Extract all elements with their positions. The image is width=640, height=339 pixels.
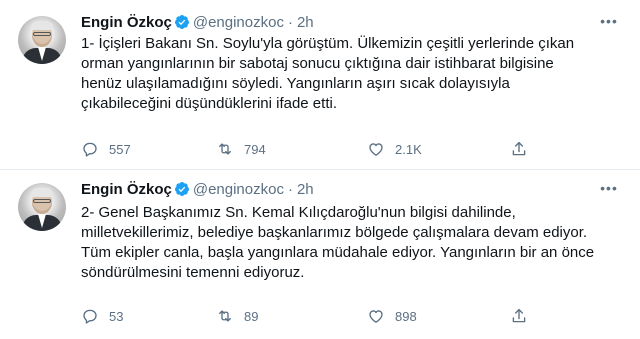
avatar-hair	[31, 21, 53, 30]
tweet-time[interactable]: 2h	[297, 14, 314, 31]
share-button[interactable]	[510, 306, 538, 326]
separator-dot: ·	[287, 13, 293, 31]
reply-count: 53	[109, 308, 124, 324]
reply-count: 557	[109, 141, 131, 157]
tweet-header: Engin Özkoç @enginozkoc · 2h	[81, 12, 314, 32]
like-button[interactable]: 898	[367, 306, 417, 326]
avatar-glasses	[33, 32, 51, 36]
avatar[interactable]	[18, 16, 66, 64]
reply-button[interactable]: 557	[81, 139, 131, 159]
tweet-actions: 53 89 898	[81, 306, 640, 326]
author-name[interactable]: Engin Özkoç	[81, 181, 172, 198]
like-icon	[369, 143, 383, 156]
reply-button[interactable]: 53	[81, 306, 123, 326]
separator-dot: ·	[287, 180, 293, 198]
tweet-header: Engin Özkoç @enginozkoc · 2h	[81, 179, 314, 199]
retweet-count: 89	[244, 308, 259, 324]
tweet[interactable]: Engin Özkoç @enginozkoc · 2h ••• 1- İçiş…	[0, 0, 640, 170]
like-count: 898	[395, 308, 417, 324]
avatar[interactable]	[18, 183, 66, 231]
verified-badge-icon	[174, 15, 189, 29]
retweet-count: 794	[244, 141, 266, 157]
verified-badge-icon	[174, 182, 189, 196]
reply-icon	[83, 309, 97, 324]
author-handle[interactable]: @enginozkoc	[193, 14, 284, 31]
author-name[interactable]: Engin Özkoç	[81, 14, 172, 31]
tweet-time[interactable]: 2h	[297, 181, 314, 198]
tweet-text: 1- İçişleri Bakanı Sn. Soylu'yla görüştü…	[81, 35, 575, 112]
like-icon	[369, 310, 383, 323]
like-count: 2.1K	[395, 141, 422, 157]
retweet-icon	[219, 143, 231, 155]
share-button[interactable]	[510, 139, 538, 159]
share-icon	[512, 308, 526, 323]
avatar-glasses	[33, 199, 51, 203]
more-options-icon[interactable]: •••	[600, 14, 618, 34]
avatar-hair	[31, 188, 53, 197]
share-icon	[512, 141, 526, 156]
author-handle[interactable]: @enginozkoc	[193, 181, 284, 198]
retweet-icon	[219, 310, 231, 322]
tweet-actions: 557 794 2.1K	[81, 139, 640, 159]
tweet-text: 2- Genel Başkanımız Sn. Kemal Kılıçdaroğ…	[81, 204, 595, 281]
retweet-button[interactable]: 89	[216, 306, 258, 326]
reply-icon	[83, 142, 97, 157]
tweet[interactable]: Engin Özkoç @enginozkoc · 2h ••• 2- Gene…	[0, 170, 640, 339]
more-options-icon[interactable]: •••	[600, 181, 618, 201]
like-button[interactable]: 2.1K	[367, 139, 422, 159]
retweet-button[interactable]: 794	[216, 139, 266, 159]
